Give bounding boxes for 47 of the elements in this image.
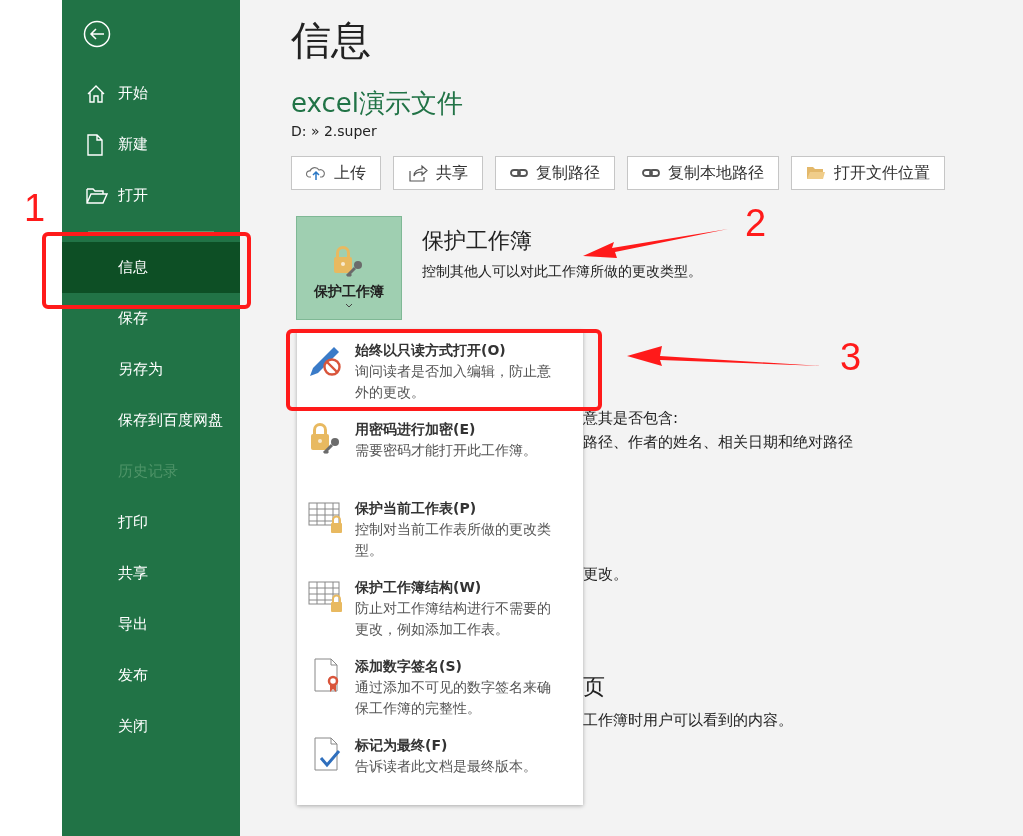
sidebar-item[interactable]: 保存 bbox=[62, 293, 240, 344]
sidebar-item[interactable]: 打开 bbox=[62, 170, 240, 221]
sidebar-item[interactable]: 另存为 bbox=[62, 344, 240, 395]
menu-item[interactable]: 标记为最终(F) 告诉读者此文档是最终版本。 bbox=[297, 734, 583, 813]
sidebar-item[interactable]: 导出 bbox=[62, 599, 240, 650]
cloud-upload-icon bbox=[306, 165, 326, 181]
menu-item[interactable]: 保护工作簿结构(W) 防止对工作簿结构进行不需要的更改，例如添加工作表。 bbox=[297, 576, 583, 655]
action-button[interactable]: 上传 bbox=[291, 156, 381, 190]
menu-item[interactable]: 始终以只读方式打开(O) 询问读者是否加入编辑，防止意外的更改。 bbox=[297, 339, 583, 418]
sidebar-item[interactable]: 信息 bbox=[62, 242, 240, 293]
link-icon bbox=[510, 167, 528, 179]
section-heading: 页 bbox=[583, 673, 605, 701]
file-path: D: » 2.super bbox=[291, 122, 377, 140]
section-description: 控制其他人可以对此工作簿所做的更改类型。 bbox=[422, 262, 702, 280]
document-icon bbox=[86, 133, 104, 156]
file-name: excel演示文件 bbox=[291, 87, 463, 120]
sidebar-item[interactable]: 新建 bbox=[62, 119, 240, 170]
action-button[interactable]: 复制本地路径 bbox=[627, 156, 779, 190]
sidebar-item[interactable]: 发布 bbox=[62, 650, 240, 701]
folder-icon bbox=[86, 186, 108, 205]
action-button[interactable]: 复制路径 bbox=[495, 156, 615, 190]
sidebar-item[interactable]: 关闭 bbox=[62, 701, 240, 752]
section-description: 工作簿时用户可以看到的内容。 bbox=[583, 710, 793, 731]
annotation-number: 3 bbox=[840, 337, 862, 377]
folder-icon bbox=[806, 165, 826, 181]
section-heading: 保护工作簿 bbox=[422, 227, 532, 255]
sidebar-item[interactable]: 保存到百度网盘 bbox=[62, 395, 240, 446]
page-title: 信息 bbox=[291, 16, 371, 65]
annotation-number: 2 bbox=[745, 203, 767, 243]
share-icon bbox=[408, 164, 428, 182]
action-button[interactable]: 共享 bbox=[393, 156, 483, 190]
action-button[interactable]: 打开文件位置 bbox=[791, 156, 945, 190]
home-icon bbox=[86, 83, 106, 104]
section-description: 更改。 bbox=[583, 564, 628, 585]
protect-workbook-button[interactable]: 保护工作簿 bbox=[296, 216, 402, 320]
sidebar-item[interactable]: 开始 bbox=[62, 68, 240, 119]
menu-item[interactable]: 添加数字签名(S) 通过添加不可见的数字签名来确保工作簿的完整性。 bbox=[297, 655, 583, 734]
menu-item[interactable]: 保护当前工作表(P) 控制对当前工作表所做的更改类型。 bbox=[297, 497, 583, 576]
sidebar-item[interactable]: 共享 bbox=[62, 548, 240, 599]
back-icon[interactable] bbox=[83, 20, 111, 48]
annotation-number: 1 bbox=[24, 188, 46, 228]
section-description: 意其是否包含: bbox=[583, 408, 679, 429]
section-description: 路径、作者的姓名、相关日期和绝对路径 bbox=[583, 432, 853, 453]
link-icon bbox=[642, 167, 660, 179]
menu-item[interactable]: 用密码进行加密(E) 需要密码才能打开此工作簿。 bbox=[297, 418, 583, 497]
caret-icon bbox=[345, 303, 353, 309]
sidebar-item[interactable]: 打印 bbox=[62, 497, 240, 548]
